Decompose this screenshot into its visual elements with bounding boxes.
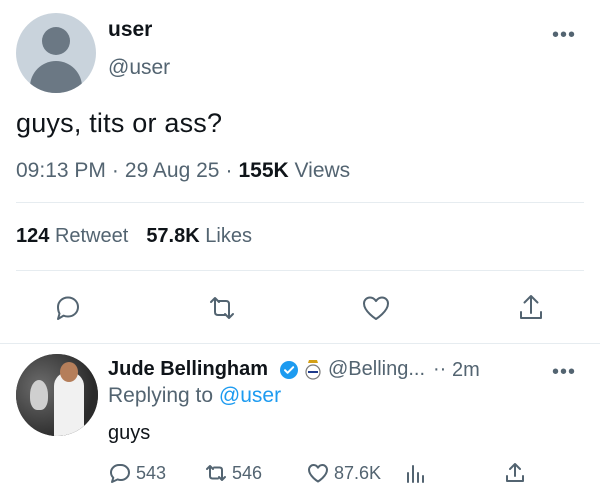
retweet-icon: [206, 465, 226, 481]
retweet-count: 546: [232, 462, 263, 483]
avatar-body-shape: [30, 61, 82, 93]
user-handle[interactable]: @user: [108, 56, 170, 80]
reply-reply-button[interactable]: 543: [108, 460, 166, 486]
tweet-stats: 124 Retweet 57.8K Likes: [16, 225, 252, 248]
retweets-stat[interactable]: 124 Retweet: [16, 225, 128, 247]
retweet-label: Retweet: [54, 225, 129, 247]
avatar-head-shape: [42, 27, 70, 55]
reply-display-name[interactable]: Jude Bellingham: [108, 358, 268, 381]
reply-button[interactable]: [52, 292, 84, 324]
reply-icon: [110, 464, 130, 483]
likes-label: Likes: [205, 225, 252, 247]
like-button[interactable]: [360, 292, 392, 324]
replying-to-link[interactable]: @user: [219, 384, 281, 407]
analytics-icon: [407, 465, 424, 483]
reply-count: 543: [136, 462, 167, 483]
heart-icon: [363, 296, 389, 320]
club-crest-icon: [305, 360, 321, 380]
retweet-button[interactable]: [206, 292, 238, 324]
divider: [16, 202, 584, 203]
tweet-text: guys, tits or ass?: [16, 108, 223, 138]
verified-badge-icon: [280, 361, 298, 379]
share-button[interactable]: [515, 292, 547, 324]
replying-to: Replying to @user: [108, 384, 281, 408]
replying-prefix: Replying to: [108, 384, 214, 407]
likes-count: 57.8K: [146, 225, 200, 247]
retweet-count: 124: [16, 225, 50, 247]
tweet-time[interactable]: 09:13 PM: [16, 159, 106, 182]
reply-text: guys: [108, 422, 151, 444]
more-options-icon[interactable]: •••: [552, 362, 576, 382]
divider: [0, 343, 600, 344]
retweet-icon: [210, 297, 234, 319]
face-shape: [60, 362, 78, 382]
tweet-meta: 09:13 PM · 29 Aug 25 · 155K Views: [16, 159, 350, 183]
reply-like-button[interactable]: 87.6K: [306, 460, 381, 486]
more-options-icon[interactable]: •••: [552, 25, 576, 45]
share-icon: [506, 463, 524, 482]
reply-time[interactable]: 2m: [452, 359, 480, 382]
reply-share-button[interactable]: [503, 460, 531, 486]
separator-dot: ··: [433, 358, 447, 380]
separator-dot: ·: [225, 159, 233, 182]
share-icon: [520, 295, 542, 319]
like-count: 87.6K: [334, 462, 382, 483]
display-name[interactable]: user: [108, 18, 152, 42]
reply-handle[interactable]: @Belling...: [328, 358, 425, 381]
reply-retweet-button[interactable]: 546: [204, 460, 262, 486]
tweet-date[interactable]: 29 Aug 25: [125, 159, 220, 182]
views-count: 155K: [238, 159, 289, 182]
reply-avatar[interactable]: [16, 354, 98, 436]
views-label: Views: [294, 159, 351, 182]
reply-analytics-button[interactable]: [404, 460, 432, 486]
trophy-shape: [30, 380, 48, 410]
reply-icon: [57, 296, 79, 320]
default-avatar[interactable]: [16, 13, 96, 93]
heart-icon: [308, 464, 328, 483]
likes-stat[interactable]: 57.8K Likes: [146, 225, 252, 247]
separator-dot: ·: [111, 159, 119, 182]
divider: [16, 270, 584, 271]
